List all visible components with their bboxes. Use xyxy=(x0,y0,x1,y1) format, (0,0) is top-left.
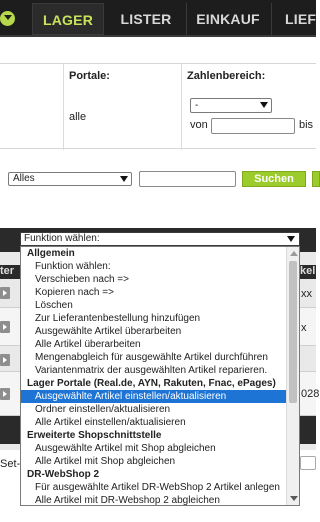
scroll-down-icon[interactable] xyxy=(290,496,298,501)
optgroup-dr-webshop-2: DR-WebShop 2 xyxy=(27,469,100,480)
divider xyxy=(63,64,64,150)
option-alle-ueberarbeiten[interactable]: Alle Artikel überarbeiten xyxy=(21,338,287,351)
tab-lief[interactable]: LIEF xyxy=(275,3,320,35)
option-loeschen[interactable]: Löschen xyxy=(21,299,287,312)
column-header-left: ter xyxy=(0,265,20,279)
zahlenbereich-label: Zahlenbereich: xyxy=(187,70,266,82)
table-cell: xx xyxy=(301,288,312,300)
main-nav: LAGER LISTER EINKAUF LIEF xyxy=(0,0,316,37)
portale-label: Portale: xyxy=(69,70,110,82)
von-label: von xyxy=(190,119,208,131)
option-kopieren[interactable]: Kopieren nach => xyxy=(21,286,287,299)
option-variantenmatrix[interactable]: Variantenmatrix der ausgewählten Artikel… xyxy=(21,364,287,377)
menu-dropdown-icon[interactable] xyxy=(0,11,15,26)
option-mengenabgleich[interactable]: Mengenabgleich für ausgewählte Artikel d… xyxy=(21,351,287,364)
option-ausgewaehlte-ueberarbeiten[interactable]: Ausgewählte Artikel überarbeiten xyxy=(21,325,287,338)
search-button[interactable]: Suchen xyxy=(242,171,306,187)
table-cell: 028 xyxy=(301,388,320,400)
filter-panel: Portale: alle Zahlenbereich: - von bis xyxy=(0,63,316,150)
play-icon[interactable] xyxy=(0,354,10,366)
option-alle-shop-abgleichen[interactable]: Alle Artikel mit Shop abgleichen xyxy=(21,455,287,468)
function-select-value: Funktion wählen: xyxy=(24,233,100,244)
divider xyxy=(181,64,182,150)
footer-select[interactable] xyxy=(300,456,316,470)
optgroup-lager-portale: Lager Portale (Real.de, AYN, Rakuten, Fn… xyxy=(27,378,276,389)
function-select[interactable]: Funktion wählen: xyxy=(20,232,300,246)
option-ausgewaehlte-einstellen[interactable]: Ausgewählte Artikel einstellen/aktualisi… xyxy=(21,390,287,403)
search-scope-select[interactable]: Alles xyxy=(8,172,132,186)
play-icon[interactable] xyxy=(0,321,10,333)
play-icon[interactable] xyxy=(0,388,10,400)
play-icon[interactable] xyxy=(0,287,10,299)
option-webshop-abgleichen[interactable]: Alle Artikel mit DR-Webshop 2 abgleichen xyxy=(21,494,287,505)
option-webshop-anlegen[interactable]: Für ausgewählte Artikel DR-WebShop 2 Art… xyxy=(21,481,287,494)
footer-label: Set- xyxy=(0,458,21,470)
table-cell: x xyxy=(301,322,307,334)
chevron-down-icon xyxy=(260,102,268,108)
optgroup-allgemein: Allgemein xyxy=(27,248,75,259)
tab-lager[interactable]: LAGER xyxy=(32,3,104,35)
function-select-options: Allgemein Funktion wählen: Verschieben n… xyxy=(20,246,300,506)
column-header-right: kel xyxy=(300,265,316,279)
chevron-down-icon xyxy=(287,236,295,242)
tab-einkauf[interactable]: EINKAUF xyxy=(188,3,268,35)
search-scope-value: Alles xyxy=(13,173,35,184)
tab-divider xyxy=(186,3,187,35)
option-alle-einstellen[interactable]: Alle Artikel einstellen/aktualisieren xyxy=(21,416,287,429)
zahlenbereich-select-value: - xyxy=(195,100,199,111)
option-lieferantenbestellung[interactable]: Zur Lieferantenbestellung hinzufügen xyxy=(21,312,287,325)
tab-lister[interactable]: LISTER xyxy=(108,3,184,35)
von-input[interactable] xyxy=(211,118,295,134)
scrollbar-thumb[interactable] xyxy=(289,261,297,403)
option-verschieben[interactable]: Verschieben nach => xyxy=(21,273,287,286)
dropdown-scrollbar[interactable] xyxy=(286,247,299,505)
option-ausgewaehlte-shop-abgleichen[interactable]: Ausgewählte Artikel mit Shop abgleichen xyxy=(21,442,287,455)
option-ordner-einstellen[interactable]: Ordner einstellen/aktualisieren xyxy=(21,403,287,416)
portale-value[interactable]: alle xyxy=(69,111,86,123)
chevron-down-icon xyxy=(120,176,128,182)
search-input[interactable] xyxy=(139,171,236,187)
optgroup-shopschnittstelle: Erweiterte Shopschnittstelle xyxy=(27,430,162,441)
extra-button[interactable] xyxy=(312,171,320,187)
scroll-up-icon[interactable] xyxy=(290,251,298,256)
bis-label: bis xyxy=(299,119,314,131)
option-funktion-waehlen[interactable]: Funktion wählen: xyxy=(21,260,287,273)
tab-divider xyxy=(271,3,272,35)
zahlenbereich-select[interactable]: - xyxy=(190,98,272,113)
